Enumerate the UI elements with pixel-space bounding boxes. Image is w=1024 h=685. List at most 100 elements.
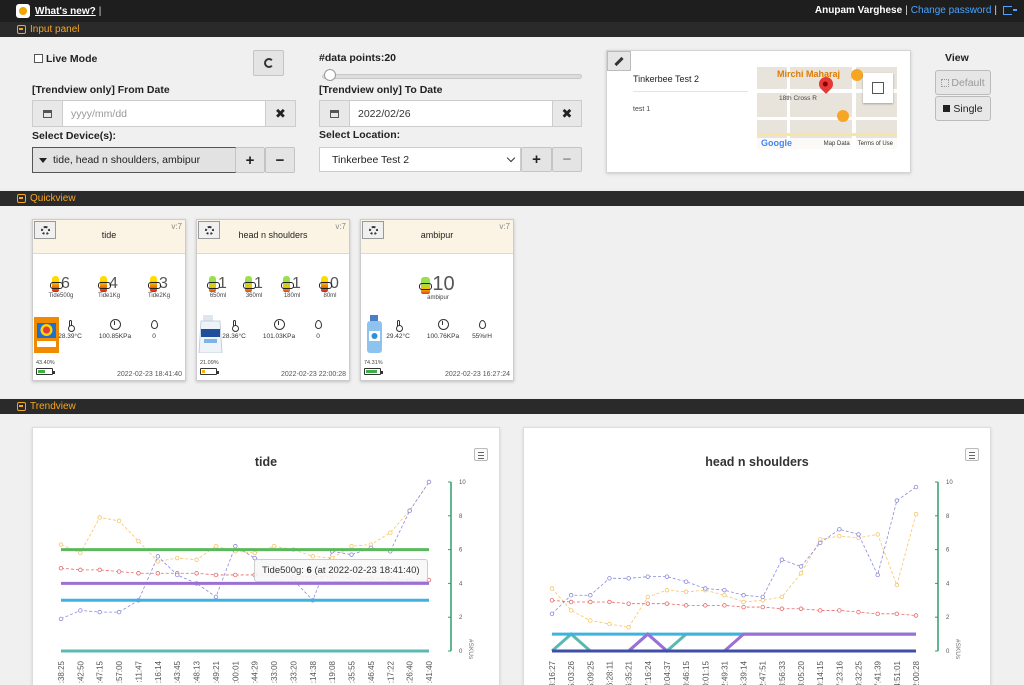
fullscreen-icon	[872, 82, 884, 94]
y-tick-label: 8	[946, 514, 950, 520]
card-header: head n shoulders v:7	[197, 220, 349, 254]
x-tick-label: 16:28:11	[605, 660, 614, 685]
clear-from-date-button[interactable]: ✖	[265, 100, 296, 127]
collapse-icon[interactable]	[17, 25, 26, 34]
aux-data-point	[137, 571, 141, 575]
y-tick-label: 10	[946, 480, 953, 486]
change-password-link[interactable]: Change password	[911, 5, 992, 16]
location-select[interactable]: Tinkerbee Test 2	[319, 147, 521, 172]
section-title: Trendview	[30, 401, 76, 412]
x-tick-label: 00:01:15	[701, 660, 710, 685]
last-updated: 2022-02-23 16:27:24	[445, 371, 510, 378]
add-location-button[interactable]: +	[521, 147, 552, 172]
map-data-link[interactable]: Map Data	[824, 141, 850, 147]
x-tick-label: :43:45	[173, 660, 182, 683]
edit-location-button[interactable]	[607, 51, 631, 71]
bottle-icon	[283, 276, 290, 292]
temperature-value: 28.39°C	[55, 333, 85, 340]
aux-data-point	[550, 599, 554, 603]
live-mode-checkbox[interactable]	[34, 54, 43, 63]
location-label: Select Location:	[319, 129, 400, 141]
x-tick-label: :35:55	[348, 660, 357, 683]
remove-location-button[interactable]: −	[552, 147, 582, 172]
battery-level	[202, 370, 205, 373]
x-tick-label: :14:38	[309, 660, 318, 683]
sku-name: Tide2Kg	[141, 293, 177, 299]
location-map-card: Tinkerbee Test 2 test 1 Mirchi Maharaj 1…	[606, 50, 911, 173]
device-select[interactable]: tide, head n shoulders, ambipur	[32, 147, 236, 173]
sku-name: 180ml	[275, 293, 309, 299]
aux-series-line	[552, 487, 916, 614]
y-tick-label: 2	[459, 615, 463, 621]
poi-marker-icon[interactable]	[837, 110, 849, 122]
logout-icon[interactable]	[1003, 6, 1012, 15]
aux-data-point	[175, 573, 179, 577]
whats-new-link[interactable]: What's new?	[35, 6, 96, 17]
head-n-shoulders-trend-chart[interactable]: 0246810#SKUs13:16:2715:03:2615:09:2516:2…	[524, 428, 991, 685]
to-date-label: [Trendview only] To Date	[319, 84, 443, 96]
calendar-icon	[330, 110, 339, 118]
calendar-button[interactable]	[319, 100, 350, 127]
google-logo: Google	[761, 138, 792, 148]
aux-data-point	[780, 607, 784, 611]
refresh-button[interactable]	[253, 50, 284, 76]
x-tick-label: 17:16:24	[644, 660, 653, 685]
input-panel-header[interactable]: Input panel	[0, 22, 1024, 37]
y-tick-label: 8	[459, 514, 463, 520]
x-tick-label: 20:04:37	[663, 660, 672, 685]
clear-to-date-button[interactable]: ✖	[552, 100, 582, 127]
aux-data-point	[608, 577, 612, 581]
aux-data-point	[589, 593, 593, 597]
humidity-drop-icon	[315, 320, 322, 329]
bottle-icon	[209, 276, 216, 292]
aux-data-point	[550, 587, 554, 591]
from-date-label: [Trendview only] From Date	[32, 84, 170, 96]
aux-data-point	[427, 480, 431, 484]
map-view[interactable]: Mirchi Maharaj 18th Cross R Map Data Ter…	[757, 67, 897, 149]
poi-marker-icon[interactable]	[851, 69, 863, 81]
last-updated: 2022-02-23 18:41:40	[117, 371, 182, 378]
x-tick-label: :11:47	[134, 660, 143, 682]
fullscreen-button[interactable]	[863, 73, 893, 103]
x-tick-label: 13:56:33	[778, 660, 787, 685]
humidity-value: 0	[141, 333, 167, 340]
aux-data-point	[876, 533, 880, 537]
collapse-icon[interactable]	[17, 402, 26, 411]
thermometer-icon	[233, 320, 236, 330]
trendview-header[interactable]: Trendview	[0, 399, 1024, 414]
app-logo-icon[interactable]	[16, 4, 30, 18]
pressure-sensor: 101.03KPa	[259, 318, 299, 340]
aux-data-point	[59, 617, 63, 621]
aux-data-point	[646, 595, 650, 599]
x-tick-label: 00:32:25	[855, 660, 864, 685]
collapse-icon[interactable]	[17, 194, 26, 203]
x-tick-label: 15:09:25	[586, 660, 595, 685]
calendar-button[interactable]	[32, 100, 63, 127]
aux-data-point	[214, 595, 218, 599]
y-tick-label: 6	[946, 548, 950, 554]
single-view-button[interactable]: Single	[935, 96, 991, 121]
aux-data-point	[117, 610, 121, 614]
y-tick-label: 10	[459, 480, 466, 486]
slider-handle[interactable]	[324, 69, 336, 81]
data-points-slider[interactable]	[322, 74, 582, 79]
y-tick-label: 0	[459, 649, 463, 655]
card-header: ambipur v:7	[361, 220, 513, 254]
pressure-sensor: 100.85KPa	[95, 318, 135, 340]
remove-device-button[interactable]: −	[265, 147, 295, 173]
card-title: head n shoulders	[197, 230, 349, 240]
aux-data-point	[876, 573, 880, 577]
aux-data-point	[665, 588, 669, 592]
to-date-input[interactable]: 2022/02/26	[349, 100, 553, 127]
quickview-header[interactable]: Quickview	[0, 191, 1024, 206]
terms-link[interactable]: Terms of Use	[858, 141, 893, 147]
tide-trend-chart[interactable]: 0246810#SKUs:38:25:42:50:47:15:57:00:11:…	[33, 428, 500, 685]
aux-data-point	[195, 558, 199, 562]
y-tick-label: 2	[946, 615, 950, 621]
default-view-button[interactable]: Default	[935, 70, 991, 95]
add-device-button[interactable]: +	[235, 147, 265, 173]
x-tick-label: 12:47:51	[759, 660, 768, 685]
from-date-input[interactable]: yyyy/mm/dd	[62, 100, 266, 127]
sku-name: 650ml	[201, 293, 235, 299]
y-axis-title: #SKUs	[954, 639, 961, 660]
